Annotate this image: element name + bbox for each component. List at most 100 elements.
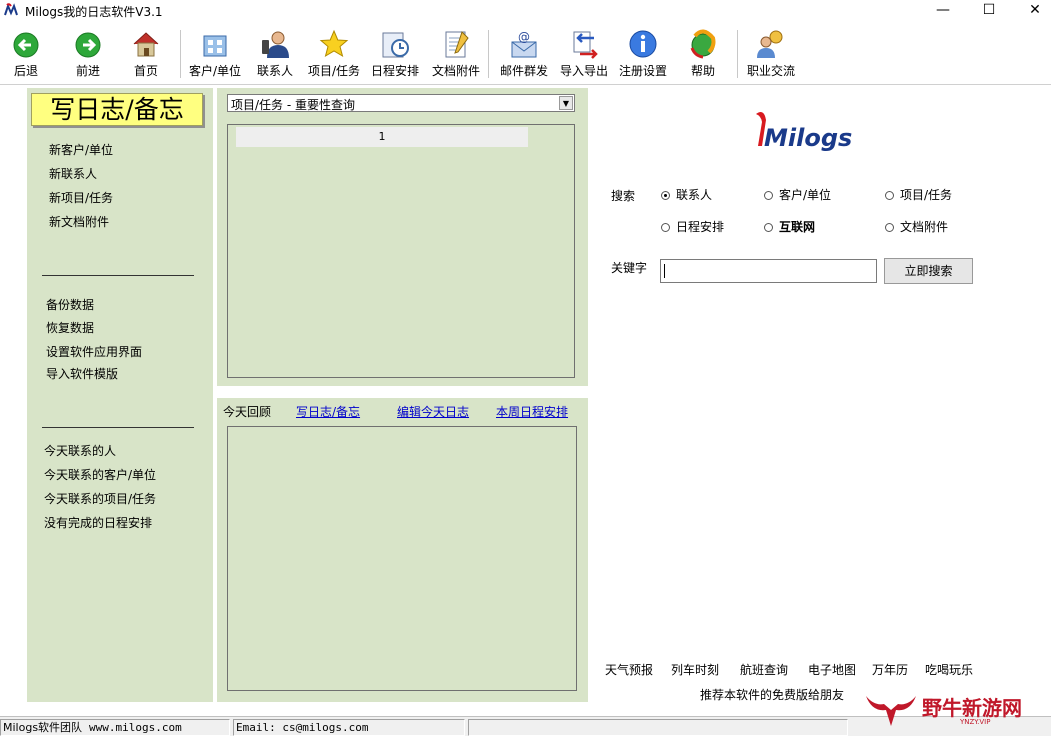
text-caret	[664, 264, 665, 278]
schedule-icon	[382, 32, 409, 58]
info-icon	[629, 30, 657, 58]
today-contacts-link[interactable]: 今天联系的人	[44, 442, 116, 459]
register-label: 注册设置	[618, 64, 667, 78]
review-title: 今天回顾	[223, 405, 272, 419]
customer-button[interactable]: 客户/单位	[185, 26, 245, 82]
app-logo-icon	[4, 3, 18, 16]
import-export-label: 导入导出	[559, 64, 608, 78]
minimize-button[interactable]: —	[920, 0, 966, 22]
left-divider	[42, 275, 194, 276]
register-button[interactable]: 注册设置	[616, 26, 670, 82]
watermark-sub: YNZY.VIP	[960, 718, 991, 726]
radio-contact[interactable]: 联系人	[661, 186, 712, 203]
toolbar-divider	[0, 84, 1051, 85]
radio-unchecked-icon	[885, 223, 894, 232]
toolbar-separator	[180, 30, 181, 78]
keyword-input[interactable]	[660, 259, 877, 283]
weather-link[interactable]: 天气预报	[605, 661, 653, 678]
write-log-button[interactable]: 写日志/备忘	[31, 93, 203, 126]
svg-text:@: @	[518, 30, 530, 44]
close-button[interactable]: ✕	[1012, 0, 1051, 22]
maximize-button[interactable]: ☐	[966, 0, 1012, 22]
window-title: Milogs我的日志软件V3.1	[25, 5, 163, 19]
chevron-down-icon[interactable]: ▼	[559, 96, 573, 110]
keyword-label: 关键字	[611, 261, 648, 275]
contact-label: 联系人	[256, 64, 293, 78]
community-button[interactable]: 职业交流	[742, 26, 800, 82]
backup-data-link[interactable]: 备份数据	[46, 296, 94, 313]
search-now-button[interactable]: 立即搜索	[884, 258, 973, 284]
radio-project[interactable]: 项目/任务	[885, 186, 952, 203]
radio-schedule[interactable]: 日程安排	[661, 218, 724, 235]
table-row[interactable]: 1	[236, 127, 528, 147]
week-schedule-link[interactable]: 本周日程安排	[496, 403, 568, 420]
status-empty	[468, 719, 848, 736]
today-projects-link[interactable]: 今天联系的项目/任务	[44, 490, 156, 507]
watermark-text: 野牛新游网	[922, 696, 1022, 720]
status-team: Milogs软件团队 www.milogs.com	[0, 719, 230, 736]
map-link[interactable]: 电子地图	[808, 661, 856, 678]
star-icon	[319, 29, 349, 58]
radio-unchecked-icon	[764, 191, 773, 200]
contact-button[interactable]: 联系人	[252, 26, 298, 82]
new-customer-link[interactable]: 新客户/单位	[49, 141, 113, 158]
flight-link[interactable]: 航班查询	[740, 661, 788, 678]
calendar-link[interactable]: 万年历	[872, 661, 908, 678]
community-icon	[757, 30, 783, 58]
toolbar-separator	[488, 30, 489, 78]
status-website: www.milogs.com	[89, 721, 182, 734]
bull-logo-icon	[866, 696, 916, 726]
new-document-link[interactable]: 新文档附件	[49, 213, 109, 230]
watermark: 野牛新游网 YNZY.VIP	[862, 688, 1042, 732]
radio-customer[interactable]: 客户/单位	[764, 186, 831, 203]
review-content[interactable]	[227, 426, 577, 691]
new-contact-link[interactable]: 新联系人	[49, 165, 97, 182]
home-label: 首页	[133, 64, 158, 78]
recommend-link[interactable]: 推荐本软件的免费版给朋友	[700, 686, 844, 703]
logo-text: Milogs	[764, 124, 852, 152]
community-label: 职业交流	[746, 64, 795, 78]
mail-button[interactable]: @ 邮件群发	[496, 26, 552, 82]
today-customers-link[interactable]: 今天联系的客户/单位	[44, 466, 156, 483]
ui-settings-link[interactable]: 设置软件应用界面	[46, 343, 142, 360]
forward-button[interactable]: 前进	[66, 26, 110, 82]
radio-internet[interactable]: 互联网	[764, 218, 815, 235]
radio-unchecked-icon	[764, 223, 773, 232]
forward-arrow-icon	[75, 32, 101, 58]
back-button[interactable]: 后退	[4, 26, 48, 82]
milogs-logo: Milogs	[756, 112, 852, 152]
edit-today-log-link[interactable]: 编辑今天日志	[397, 403, 469, 420]
radio-document[interactable]: 文档附件	[885, 218, 948, 235]
left-divider	[42, 427, 194, 428]
schedule-button[interactable]: 日程安排	[366, 26, 424, 82]
train-link[interactable]: 列车时刻	[671, 661, 719, 678]
query-results[interactable]: 1	[227, 124, 575, 378]
left-panel: 写日志/备忘 新客户/单位 新联系人 新项目/任务 新文档附件 备份数据 恢复数…	[27, 88, 213, 702]
document-button[interactable]: 文档附件	[428, 26, 484, 82]
import-export-icon	[573, 31, 598, 59]
help-button[interactable]: 帮助	[680, 26, 726, 82]
schedule-label: 日程安排	[370, 64, 419, 78]
import-export-button[interactable]: 导入导出	[556, 26, 612, 82]
unfinished-schedule-link[interactable]: 没有完成的日程安排	[44, 514, 152, 531]
radio-unchecked-icon	[885, 191, 894, 200]
write-log-link[interactable]: 写日志/备忘	[296, 403, 360, 420]
mail-label: 邮件群发	[499, 64, 548, 78]
app-window: Milogs我的日志软件V3.1 — ☐ ✕ 后退 前进 首页 客户/单位 联系…	[0, 0, 1051, 736]
help-icon	[690, 29, 716, 59]
restore-data-link[interactable]: 恢复数据	[46, 319, 94, 336]
import-template-link[interactable]: 导入软件模版	[46, 365, 118, 382]
query-select[interactable]: 项目/任务 - 重要性查询 ▼	[227, 94, 575, 112]
help-label: 帮助	[690, 64, 715, 78]
contact-icon	[262, 31, 289, 58]
mail-icon: @	[511, 30, 537, 58]
food-fun-link[interactable]: 吃喝玩乐	[925, 661, 973, 678]
forward-label: 前进	[75, 64, 100, 78]
project-button[interactable]: 项目/任务	[304, 26, 364, 82]
review-panel: 今天回顾 写日志/备忘 编辑今天日志 本周日程安排	[217, 398, 588, 702]
document-label: 文档附件	[431, 64, 480, 78]
status-email: Email: cs@milogs.com	[233, 719, 465, 736]
new-project-link[interactable]: 新项目/任务	[49, 189, 113, 206]
home-button[interactable]: 首页	[124, 26, 168, 82]
toolbar: 后退 前进 首页 客户/单位 联系人 项目/任务 日程安排 文档附件 @ 邮件群…	[0, 26, 1051, 82]
